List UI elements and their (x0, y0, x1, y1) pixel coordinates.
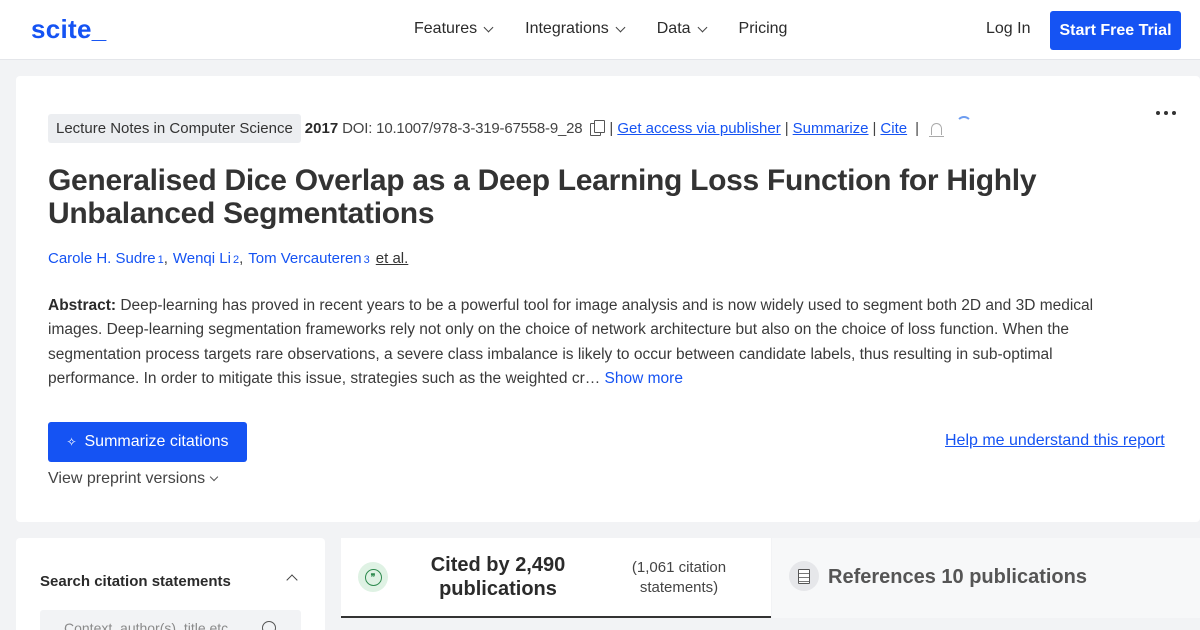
nav-integrations[interactable]: Integrations (525, 20, 626, 38)
abstract-label: Abstract: (48, 297, 117, 314)
login-link[interactable]: Log In (986, 20, 1030, 38)
chevron-down-icon (697, 22, 707, 32)
nav-links: Features Integrations Data Pricing (414, 20, 820, 38)
nav-features[interactable]: Features (414, 20, 494, 38)
abstract-text: Deep-learning has proved in recent years… (48, 297, 1094, 387)
author-link[interactable]: Wenqi Li (173, 250, 231, 267)
citation-statements-count: (1,061 citation statements) (631, 559, 727, 596)
chevron-down-icon (615, 22, 626, 32)
cite-link[interactable]: Cite (880, 120, 907, 137)
loading-spinner-icon (956, 116, 973, 132)
top-navbar: scite_ Features Integrations Data Pricin… (0, 0, 1200, 60)
view-preprint-label: View preprint versions (48, 470, 206, 487)
separator: , (239, 250, 244, 267)
help-understand-report-link[interactable]: Help me understand this report (945, 432, 1165, 450)
author-affiliation: 3 (363, 254, 370, 266)
bell-icon[interactable] (929, 123, 945, 137)
separator: | (915, 119, 920, 137)
start-free-trial-button[interactable]: Start Free Trial (1050, 11, 1181, 50)
citation-search-placeholder: Context, author(s), title etc (64, 620, 229, 630)
search-citation-title: Search citation statements (40, 573, 231, 590)
copy-icon[interactable] (590, 120, 606, 136)
summarize-citations-label: Summarize citations (84, 433, 229, 450)
nav-pricing[interactable]: Pricing (739, 20, 788, 38)
paper-meta: Lecture Notes in Computer Science 2017 D… (48, 113, 973, 143)
show-more-link[interactable]: Show more (605, 370, 683, 387)
author-link[interactable]: Tom Vercauteren (248, 250, 361, 267)
journal-badge[interactable]: Lecture Notes in Computer Science (48, 113, 301, 143)
chevron-down-icon (209, 472, 219, 482)
chevron-down-icon (483, 22, 494, 32)
et-al-link[interactable]: et al. (376, 250, 409, 267)
nav-data[interactable]: Data (656, 20, 707, 38)
nav-features-label: Features (414, 20, 478, 37)
references-count: References 10 publications (828, 566, 1087, 588)
cited-by-count: Cited by 2,490 publications (430, 554, 566, 600)
citation-quote-icon: ❞ (358, 562, 388, 592)
separator: | (784, 119, 789, 137)
author-list: Carole H. Sudre 1, Wenqi Li 2, Tom Vercaut… (48, 250, 408, 267)
summarize-citations-button[interactable]: ✧ Summarize citations (48, 422, 247, 462)
abstract: Abstract: Deep-learning has proved in re… (48, 294, 1138, 391)
paper-title: Generalised Dice Overlap as a Deep Learn… (48, 164, 1037, 230)
nav-pricing-label: Pricing (738, 20, 788, 37)
nav-data-label: Data (656, 20, 691, 37)
doi-text: DOI: 10.1007/978-3-319-67558-9_28 (342, 119, 583, 137)
document-icon (789, 561, 819, 591)
view-preprint-versions[interactable]: View preprint versions (48, 470, 219, 488)
search-icon[interactable] (262, 621, 276, 630)
get-access-link[interactable]: Get access via publisher (617, 120, 780, 137)
nav-integrations-label: Integrations (525, 20, 609, 37)
separator: , (163, 250, 168, 267)
publication-year: 2017 (304, 119, 339, 137)
magic-wand-icon: ✧ (66, 435, 77, 449)
separator: | (609, 119, 614, 137)
summarize-link[interactable]: Summarize (793, 120, 869, 137)
scite-logo[interactable]: scite_ (31, 14, 107, 45)
more-options-icon[interactable] (1156, 111, 1176, 115)
separator: | (872, 119, 877, 137)
author-link[interactable]: Carole H. Sudre (48, 250, 156, 267)
